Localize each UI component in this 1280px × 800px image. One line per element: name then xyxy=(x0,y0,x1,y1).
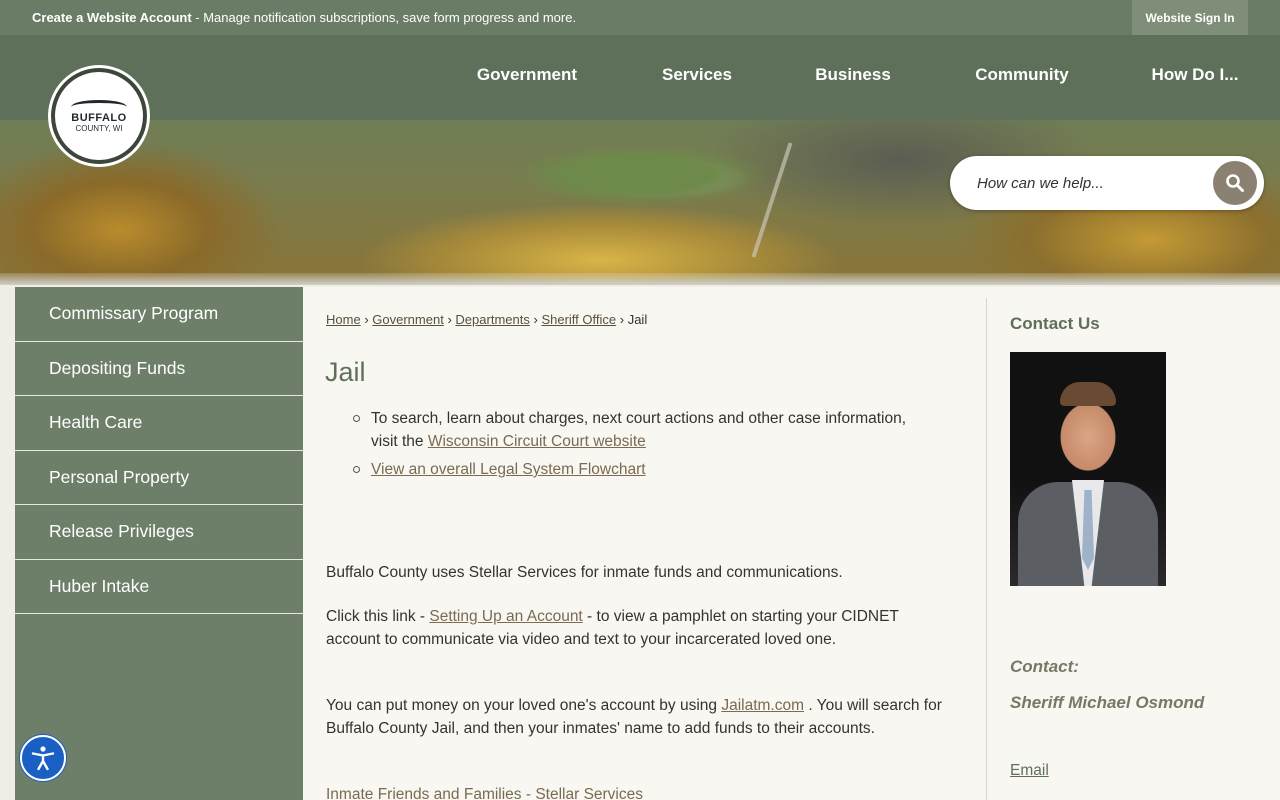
top-bar: Create a Website Account - Manage notifi… xyxy=(0,0,1280,35)
funds-paragraph: You can put money on your loved one's ac… xyxy=(326,694,956,740)
sidebar-item-release-privileges[interactable]: Release Privileges xyxy=(15,505,303,560)
hero-bottom-edge xyxy=(0,273,1280,285)
site-header: Government Services Business Community H… xyxy=(0,35,1280,120)
contact-heading: Contact Us xyxy=(1010,314,1100,333)
nav-government[interactable]: Government xyxy=(442,35,612,115)
accessibility-button[interactable] xyxy=(20,735,66,781)
photo-hair xyxy=(1060,382,1116,406)
sidebar-item-commissary-program[interactable]: Commissary Program xyxy=(15,287,303,342)
logo-line1: BUFFALO xyxy=(71,111,127,124)
nav-business[interactable]: Business xyxy=(782,35,924,115)
breadcrumb-separator: › xyxy=(619,312,625,327)
create-account-link[interactable]: Create a Website Account xyxy=(32,10,192,25)
contact-label: Contact: xyxy=(1010,657,1079,676)
sidebar-item-depositing-funds[interactable]: Depositing Funds xyxy=(15,342,303,396)
hero-road xyxy=(751,142,793,258)
list-item: To search, learn about charges, next cou… xyxy=(351,407,931,453)
contact-sidebar: Contact Us Contact: Sheriff Michael Osmo… xyxy=(987,287,1280,800)
search-button[interactable] xyxy=(1213,161,1257,205)
legal-flowchart-link[interactable]: View an overall Legal System Flowchart xyxy=(371,461,646,478)
main-nav: Government Services Business Community H… xyxy=(442,35,1280,115)
setting-up-account-link[interactable]: Setting Up an Account xyxy=(429,608,582,625)
breadcrumb-separator: › xyxy=(533,312,538,327)
main-content: Home › Government › Departments › Sherif… xyxy=(303,287,987,800)
breadcrumb-departments[interactable]: Departments xyxy=(455,312,529,327)
account-setup-paragraph: Click this link - Setting Up an Account … xyxy=(326,605,956,651)
search-input[interactable] xyxy=(977,171,1197,195)
para3-before: You can put money on your loved one's ac… xyxy=(326,697,722,714)
info-list: To search, learn about charges, next cou… xyxy=(351,407,931,486)
jailatm-link[interactable]: Jailatm.com xyxy=(721,697,804,714)
stellar-services-paragraph: Buffalo County uses Stellar Services for… xyxy=(326,564,843,581)
sidebar-item-huber-intake[interactable]: Huber Intake xyxy=(15,560,303,614)
search-icon xyxy=(1226,174,1244,192)
breadcrumb-home[interactable]: Home xyxy=(326,312,361,327)
county-logo[interactable]: BUFFALO COUNTY, WI xyxy=(51,68,147,164)
email-link[interactable]: Email xyxy=(1010,762,1049,780)
create-account-message[interactable]: Create a Website Account - Manage notifi… xyxy=(32,10,576,25)
sidebar-menu: Commissary Program Depositing Funds Heal… xyxy=(15,287,303,800)
circuit-court-link[interactable]: Wisconsin Circuit Court website xyxy=(428,433,646,450)
accessibility-icon xyxy=(31,746,55,771)
create-account-description: - Manage notification subscriptions, sav… xyxy=(191,10,577,25)
sidebar-item-personal-property[interactable]: Personal Property xyxy=(15,451,303,505)
breadcrumb-current: Jail xyxy=(627,312,648,327)
page-title: Jail xyxy=(325,357,366,387)
stellar-services-link-paragraph: Inmate Friends and Families - Stellar Se… xyxy=(326,783,956,800)
website-sign-in-button[interactable]: Website Sign In xyxy=(1132,0,1248,35)
inmate-friends-families-link[interactable]: Inmate Friends and Families - Stellar Se… xyxy=(326,786,643,800)
contact-name: Sheriff Michael Osmond xyxy=(1010,693,1205,712)
sheriff-photo xyxy=(1010,352,1166,586)
breadcrumb: Home › Government › Departments › Sherif… xyxy=(326,312,647,327)
breadcrumb-separator: › xyxy=(447,312,452,327)
site-search xyxy=(950,156,1264,210)
nav-services[interactable]: Services xyxy=(612,35,782,115)
breadcrumb-sheriff-office[interactable]: Sheriff Office xyxy=(541,312,616,327)
nav-how-do-i[interactable]: How Do I... xyxy=(1120,35,1280,115)
logo-line2: COUNTY, WI xyxy=(75,123,123,133)
nav-community[interactable]: Community xyxy=(924,35,1120,115)
breadcrumb-government[interactable]: Government xyxy=(372,312,444,327)
sidebar-item-health-care[interactable]: Health Care xyxy=(15,396,303,451)
list-item: View an overall Legal System Flowchart xyxy=(351,458,931,481)
breadcrumb-separator: › xyxy=(364,312,369,327)
para2-before: Click this link - xyxy=(326,608,430,625)
